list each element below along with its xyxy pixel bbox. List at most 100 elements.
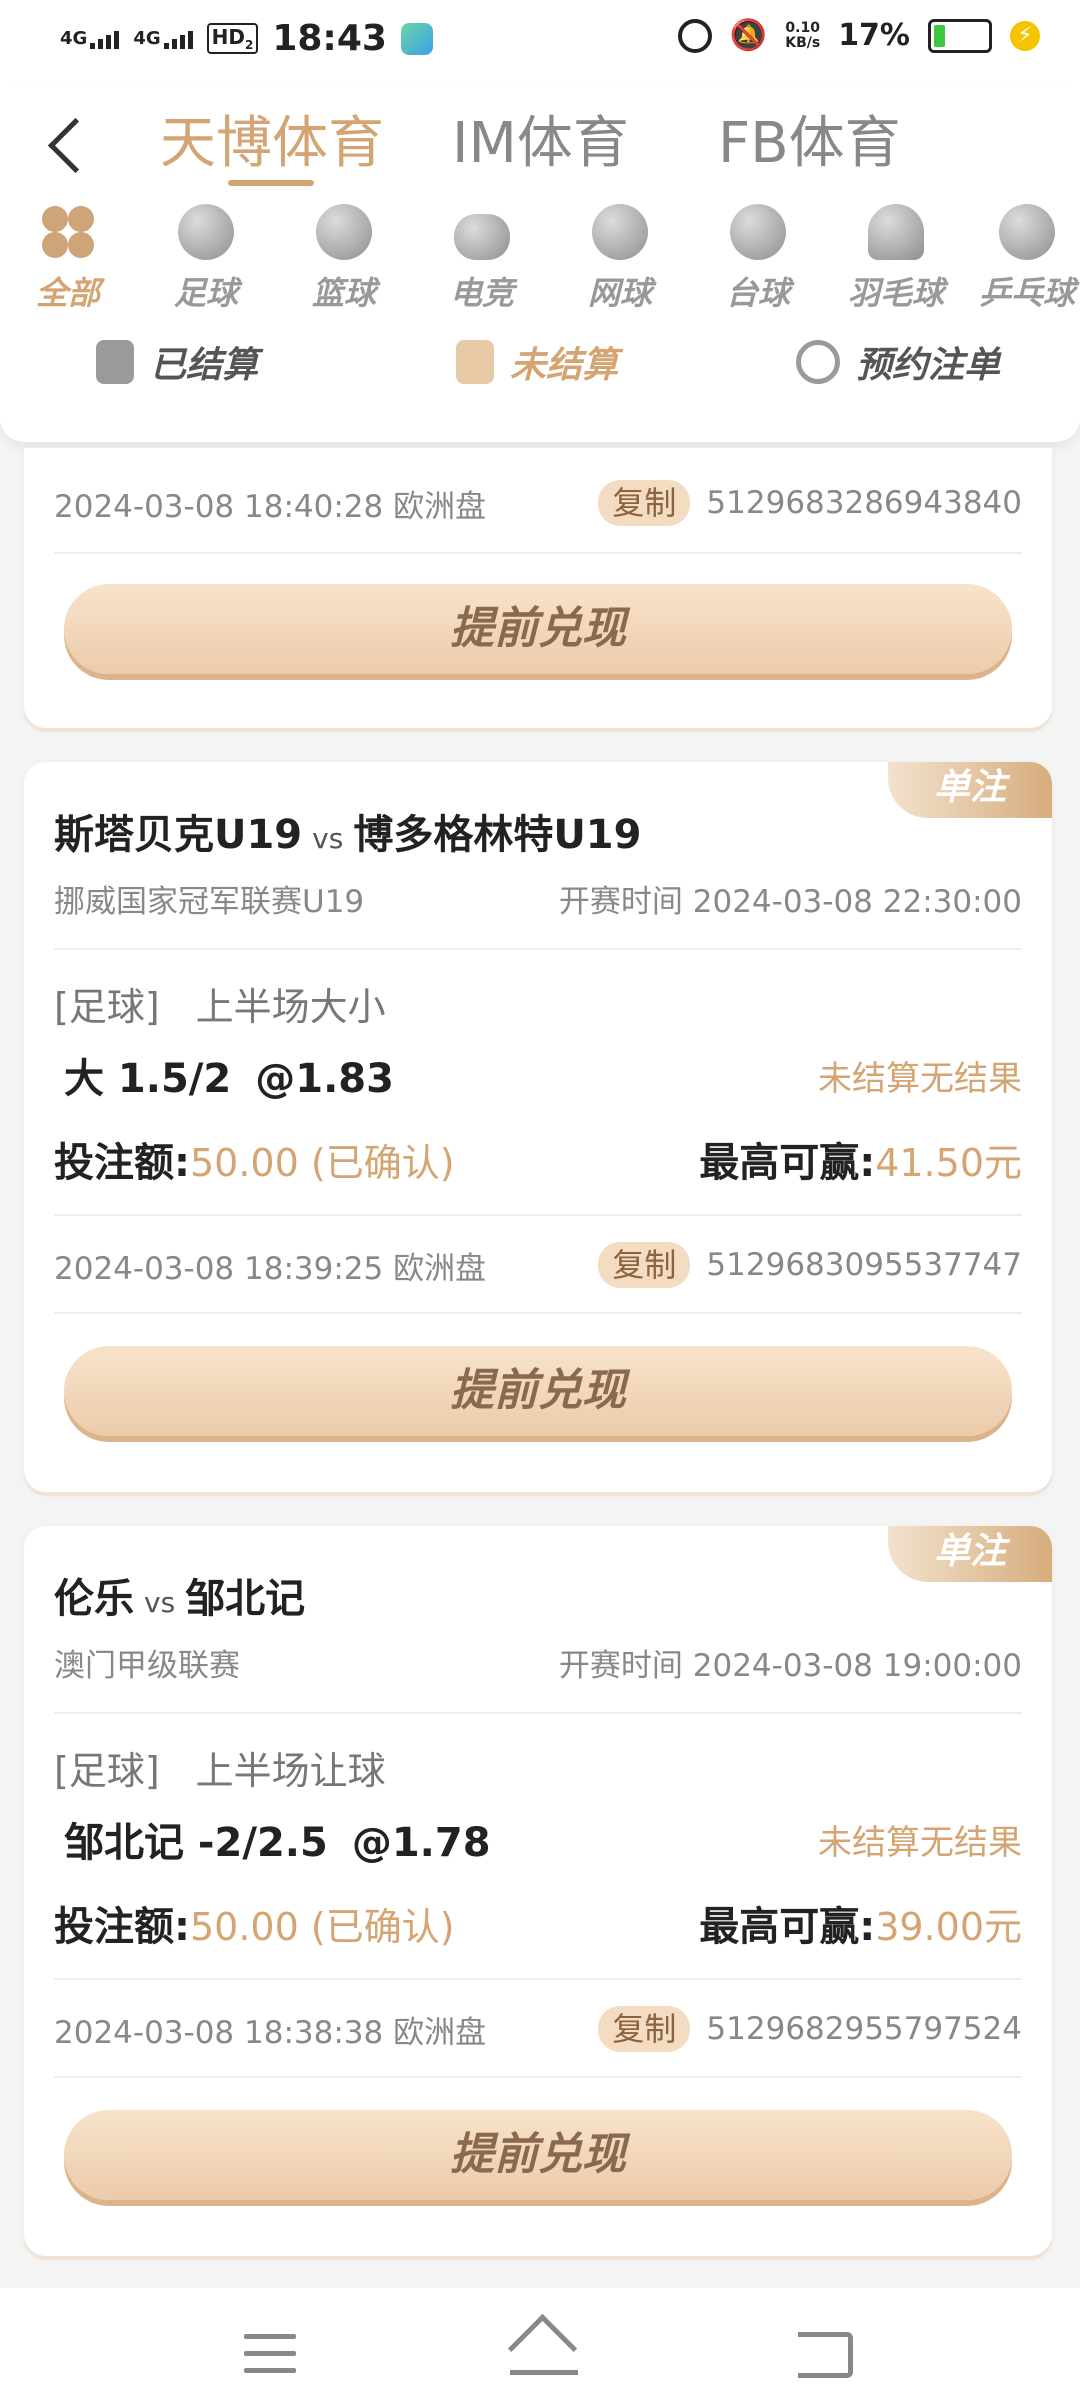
network-type-1: 4G [60, 28, 88, 49]
home-icon[interactable] [507, 2313, 578, 2384]
start-time: 2024-03-08 19:00:00 [692, 1648, 1022, 1684]
bet-meta-row: 2024-03-08 18:40:28 欧洲盘 复制 5129683286943… [54, 480, 1022, 526]
clock-icon [796, 340, 840, 384]
start-time: 2024-03-08 22:30:00 [692, 884, 1022, 920]
billiard-ball-icon [730, 204, 786, 260]
bet-pick-row: 大 1.5/2 @1.83 未结算无结果 [64, 1046, 1022, 1104]
menu-icon[interactable] [244, 2334, 296, 2385]
category-basketball[interactable]: 篮球 [284, 204, 404, 314]
status-bar: 4G 4G HD2 18:43 🔕 0.10 KB/s 17% ⚡ [0, 0, 1080, 84]
subtab-unsettled[interactable]: 未结算 [456, 336, 618, 388]
away-team: 邹北记 [185, 1576, 306, 1622]
category-pingpong[interactable]: 乒乓球 [974, 204, 1080, 314]
home-team: 伦乐 [54, 1576, 134, 1622]
status-time: 18:43 [272, 18, 387, 59]
category-soccer[interactable]: 足球 [146, 204, 266, 314]
cashout-button[interactable]: 提前兑现 [64, 1346, 1012, 1436]
bet-pick-row: 邹北记 -2/2.5 @1.78 未结算无结果 [64, 1810, 1022, 1868]
order-number: 5129683095537747 [706, 1247, 1022, 1283]
network-speed: 0.10 KB/s [785, 19, 821, 51]
league-name: 澳门甲级联赛 [54, 1648, 240, 1684]
bet-pick: 大 1.5/2 [64, 1056, 232, 1102]
category-tennis[interactable]: 网球 [560, 204, 680, 314]
match-title: 伦乐 vs 邹北记 [54, 1576, 306, 1622]
bet-market: [足球] 上半场让球 [54, 1749, 386, 1793]
bet-datetime: 2024-03-08 18:38:38 欧洲盘 [54, 2014, 487, 2051]
battery-icon [928, 18, 992, 53]
max-win-value: 41.50元 [875, 1141, 1022, 1185]
settled-doc-icon [96, 340, 134, 384]
bet-odds: @1.78 [351, 1820, 491, 1866]
bet-meta-row: 2024-03-08 18:39:25 欧洲盘 复制 5129683095537… [54, 1242, 1022, 1288]
header: 天博体育 IM体育 FB体育 全部 足球 篮球 电竞 网球 台球 羽毛球 乒乓球 [0, 84, 1080, 442]
league-row: 澳门甲级联赛 开赛时间 2024-03-08 19:00:00 [54, 1640, 1022, 1685]
bet-datetime: 2024-03-08 18:40:28 欧洲盘 [54, 488, 487, 525]
mute-bell-icon: 🔕 [729, 18, 768, 53]
alarm-icon [677, 18, 712, 53]
soccer-ball-icon [178, 204, 234, 260]
ping-pong-icon [999, 204, 1055, 260]
single-bet-tag: 单注 [888, 1526, 1052, 1582]
league-row: 挪威国家冠军联赛U19 开赛时间 2024-03-08 22:30:00 [54, 876, 1022, 921]
divider [54, 1214, 1022, 1216]
battery-percent: 17% [838, 18, 910, 53]
tab-tianbo[interactable]: 天博体育 [160, 98, 384, 179]
single-bet-tag: 单注 [888, 762, 1052, 818]
gamepad-icon [454, 214, 510, 260]
match-title: 斯塔贝克U19 vs 博多格林特U19 [54, 812, 642, 858]
charging-icon: ⚡ [1010, 20, 1040, 51]
app-notification-icon [400, 22, 433, 55]
order-number: 5129682955797524 [706, 2011, 1022, 2047]
network-type-2: 4G [133, 28, 161, 49]
category-all[interactable]: 全部 [8, 204, 128, 314]
stake-value: 50.00 (已确认) [190, 1141, 455, 1185]
signal-icon-2: 4G [133, 28, 193, 49]
tab-im[interactable]: IM体育 [452, 98, 629, 179]
stake-value: 50.00 (已确认) [190, 1905, 455, 1949]
subtab-reserved[interactable]: 预约注单 [796, 336, 1000, 388]
copy-button[interactable]: 复制 [598, 480, 691, 526]
bet-pick: 邹北记 -2/2.5 [64, 1820, 328, 1866]
shuttlecock-icon [868, 204, 924, 260]
copy-button[interactable]: 复制 [598, 1242, 691, 1288]
divider [54, 1978, 1022, 1980]
divider [54, 948, 1022, 950]
bet-datetime: 2024-03-08 18:39:25 欧洲盘 [54, 1250, 487, 1287]
category-billiards[interactable]: 台球 [698, 204, 818, 314]
bet-meta-row: 2024-03-08 18:38:38 欧洲盘 复制 5129682955797… [54, 2006, 1022, 2052]
active-tab-underline [228, 180, 314, 186]
cashout-button[interactable]: 提前兑现 [64, 2110, 1012, 2200]
category-badminton[interactable]: 羽毛球 [836, 204, 956, 314]
amounts-row: 投注额:50.00 (已确认) 最高可赢:41.50元 [54, 1140, 1022, 1186]
copy-button[interactable]: 复制 [598, 2006, 691, 2052]
bet-card: 单注 伦乐 vs 邹北记 澳门甲级联赛 开赛时间 2024-03-08 19:00:… [24, 1526, 1052, 2256]
back-arrow-icon[interactable] [47, 117, 104, 174]
bet-market: [足球] 上半场大小 [54, 985, 386, 1029]
subtab-settled[interactable]: 已结算 [96, 336, 258, 388]
hd-voice-icon: HD2 [206, 23, 259, 54]
amounts-row: 投注额:50.00 (已确认) 最高可赢:39.00元 [54, 1904, 1022, 1950]
system-nav-bar [0, 2288, 1080, 2408]
bet-card: 单注 斯塔贝克U19 vs 博多格林特U19 挪威国家冠军联赛U19 开赛时间 20… [24, 762, 1052, 1492]
max-win-value: 39.00元 [875, 1905, 1022, 1949]
signal-icon-1: 4G [60, 28, 120, 49]
tennis-ball-icon [592, 204, 648, 260]
divider [54, 1712, 1022, 1714]
bet-odds: @1.83 [255, 1056, 394, 1102]
cashout-button[interactable]: 提前兑现 [64, 584, 1012, 674]
divider [54, 1312, 1022, 1314]
order-number: 5129683286943840 [706, 485, 1022, 521]
home-team: 斯塔贝克U19 [54, 812, 303, 858]
tab-fb[interactable]: FB体育 [718, 98, 901, 179]
divider [54, 2076, 1022, 2078]
divider [54, 552, 1022, 554]
clover-icon [40, 204, 96, 260]
bet-status: 未结算无结果 [818, 1822, 1022, 1863]
category-esports[interactable]: 电竞 [422, 204, 542, 314]
league-name: 挪威国家冠军联赛U19 [54, 884, 365, 920]
basketball-icon [316, 204, 372, 260]
away-team: 博多格林特U19 [353, 812, 642, 858]
back-icon[interactable] [798, 2332, 853, 2378]
unsettled-doc-icon [456, 340, 494, 384]
bet-status: 未结算无结果 [818, 1058, 1022, 1099]
